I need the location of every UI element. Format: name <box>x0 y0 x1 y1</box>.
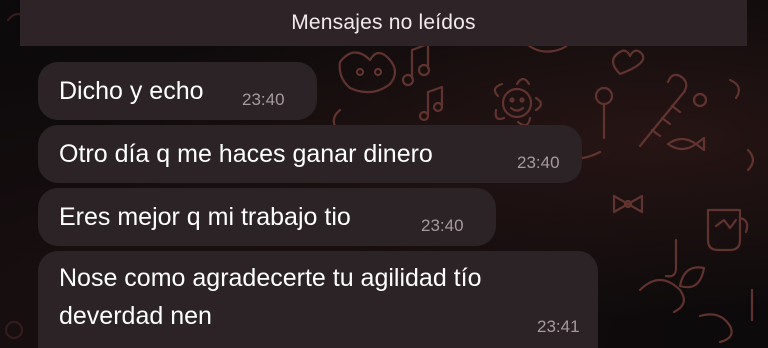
message-text: Eres mejor q mi trabajo tio <box>59 203 351 231</box>
message-timestamp: 23:40 <box>421 216 464 235</box>
message-text: Otro día q me haces ganar dinero <box>59 140 433 168</box>
message-text-line-2: deverdad nen <box>59 302 212 330</box>
message-text: Dicho y echo <box>59 77 204 105</box>
unread-messages-divider: Mensajes no leídos <box>20 0 747 46</box>
message-bubble[interactable]: Eres mejor q mi trabajo tio 23:40 <box>38 188 496 246</box>
message-bubble[interactable]: Otro día q me haces ganar dinero 23:40 <box>38 125 582 183</box>
message-timestamp: 23:40 <box>517 153 560 172</box>
chat-view[interactable]: Mensajes no leídos Dicho y echo 23:40 Ot… <box>0 0 768 348</box>
message-timestamp: 23:40 <box>242 90 285 109</box>
message-bubble[interactable]: Nose como agradecerte tu agilidad tío de… <box>38 251 598 348</box>
message-bubble[interactable]: Dicho y echo 23:40 <box>38 62 317 120</box>
message-timestamp: 23:41 <box>537 317 580 336</box>
message-text-line-1: Nose como agradecerte tu agilidad tío <box>59 264 482 292</box>
